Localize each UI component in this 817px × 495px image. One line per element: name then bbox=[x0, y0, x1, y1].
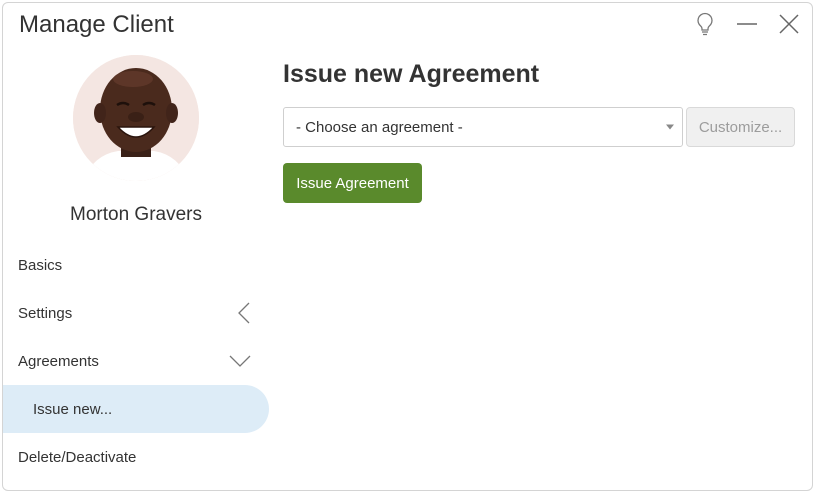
sidebar-item-label: Agreements bbox=[18, 352, 99, 370]
agreement-select-value: - Choose an agreement - bbox=[296, 118, 463, 136]
chevron-left-icon bbox=[237, 302, 251, 324]
lightbulb-icon[interactable] bbox=[692, 11, 718, 37]
sidebar-item-delete-deactivate[interactable]: Delete/Deactivate bbox=[3, 433, 269, 481]
issue-agreement-button[interactable]: Issue Agreement bbox=[283, 163, 422, 203]
manage-client-window: Manage Client Morton Gravers Basics Sett… bbox=[2, 2, 813, 491]
client-name: Morton Gravers bbox=[70, 204, 202, 225]
main-panel: Issue new Agreement - Choose an agreemen… bbox=[283, 59, 798, 203]
customize-button[interactable]: Customize... bbox=[686, 107, 795, 147]
close-icon[interactable] bbox=[776, 11, 802, 37]
agreement-row: - Choose an agreement - Customize... bbox=[283, 107, 798, 147]
sidebar-item-label: Basics bbox=[18, 256, 63, 274]
window-controls bbox=[676, 11, 802, 37]
sidebar-item-settings[interactable]: Settings bbox=[3, 289, 269, 337]
caret-down-icon bbox=[666, 124, 674, 130]
chevron-down-icon bbox=[229, 354, 251, 368]
sidebar-item-label: Settings bbox=[18, 304, 73, 322]
page-title: Issue new Agreement bbox=[283, 60, 540, 88]
sidebar-nav: Basics Settings Agreements Issue new... … bbox=[3, 241, 269, 481]
sidebar: Morton Gravers Basics Settings Agreement… bbox=[3, 3, 269, 490]
minimize-icon[interactable] bbox=[734, 11, 760, 37]
sidebar-item-issue-new[interactable]: Issue new... bbox=[3, 385, 269, 433]
sidebar-item-label: Issue new... bbox=[33, 400, 113, 418]
agreement-select[interactable]: - Choose an agreement - bbox=[283, 107, 683, 147]
sidebar-item-basics[interactable]: Basics bbox=[3, 241, 269, 289]
sidebar-item-agreements[interactable]: Agreements bbox=[3, 337, 269, 385]
avatar bbox=[73, 55, 199, 181]
sidebar-item-label: Delete/Deactivate bbox=[18, 448, 137, 466]
